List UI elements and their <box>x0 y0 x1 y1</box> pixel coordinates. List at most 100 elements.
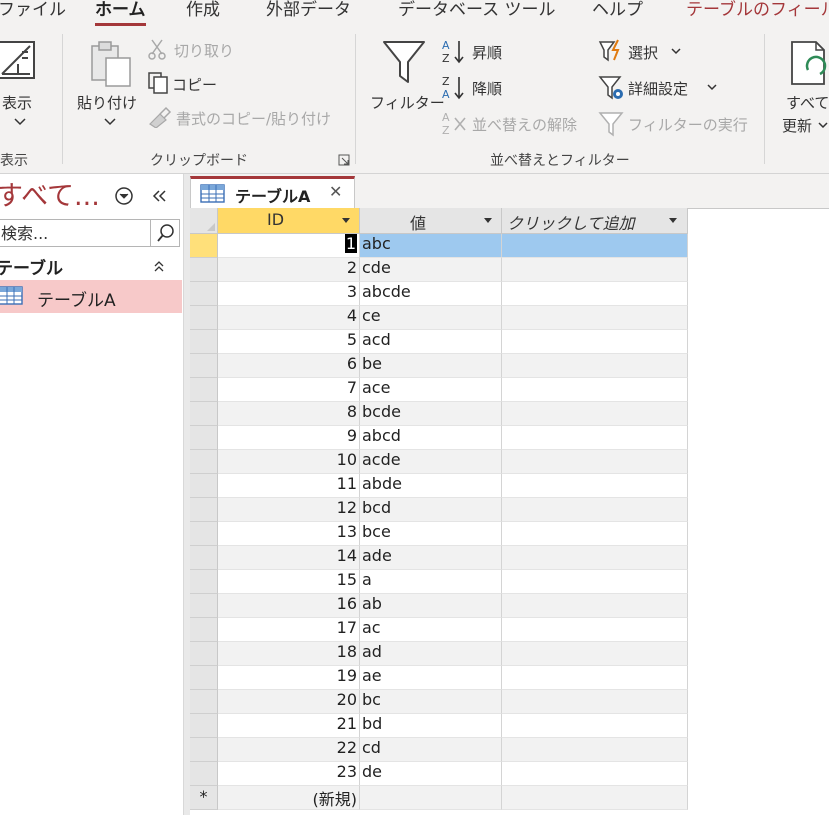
cell-click-to-add[interactable] <box>502 690 688 714</box>
cell-value[interactable]: be <box>360 354 502 378</box>
record-selector[interactable] <box>190 402 218 426</box>
cell-id[interactable]: 21 <box>218 714 360 738</box>
cell-id[interactable]: 15 <box>218 570 360 594</box>
column-dropdown-icon[interactable] <box>484 218 492 223</box>
cell-click-to-add[interactable] <box>502 738 688 762</box>
cell-click-to-add[interactable] <box>502 594 688 618</box>
copy-button[interactable]: コピー <box>172 74 217 95</box>
cell-click-to-add[interactable] <box>502 762 688 786</box>
nav-item-table-a[interactable]: テーブルA <box>0 280 182 313</box>
cell-click-to-add[interactable] <box>502 258 688 282</box>
cell-value[interactable]: abc <box>360 234 502 258</box>
toggle-filter-button[interactable]: フィルターの実行 <box>628 114 748 135</box>
cell-id[interactable]: 16 <box>218 594 360 618</box>
cell-value[interactable]: abcde <box>360 282 502 306</box>
tab-home[interactable]: ホーム <box>95 0 146 26</box>
record-selector[interactable] <box>190 690 218 714</box>
cell-value[interactable]: bce <box>360 522 502 546</box>
collapse-pane-icon[interactable] <box>151 188 167 204</box>
cell-click-to-add[interactable] <box>502 450 688 474</box>
cell-click-to-add[interactable] <box>502 498 688 522</box>
record-selector[interactable] <box>190 306 218 330</box>
record-selector[interactable] <box>190 570 218 594</box>
cell-id[interactable]: 6 <box>218 354 360 378</box>
cell-click-to-add[interactable] <box>502 618 688 642</box>
cell-new-id[interactable]: (新規) <box>218 786 360 810</box>
cell-value[interactable]: abde <box>360 474 502 498</box>
cell-id[interactable]: 11 <box>218 474 360 498</box>
new-record-selector[interactable]: * <box>190 786 218 810</box>
chevron-down-icon[interactable] <box>104 118 116 126</box>
tab-table-fields[interactable]: テーブルのフィールド <box>686 0 829 20</box>
record-selector[interactable] <box>190 354 218 378</box>
cell-click-to-add[interactable] <box>502 282 688 306</box>
sort-ascending-button[interactable]: 昇順 <box>472 42 502 63</box>
cut-button[interactable]: 切り取り <box>174 40 234 61</box>
tab-file[interactable]: ファイル <box>0 0 66 20</box>
cell-new-value[interactable] <box>360 786 502 810</box>
cell-id[interactable]: 9 <box>218 426 360 450</box>
nav-category-tables[interactable]: テーブル <box>0 254 63 279</box>
record-selector[interactable] <box>190 546 218 570</box>
cell-click-to-add[interactable] <box>502 522 688 546</box>
cell-value[interactable]: cd <box>360 738 502 762</box>
record-selector[interactable] <box>190 474 218 498</box>
column-dropdown-icon[interactable] <box>669 218 677 223</box>
record-selector[interactable] <box>190 714 218 738</box>
record-selector[interactable] <box>190 450 218 474</box>
cell-click-to-add[interactable] <box>502 546 688 570</box>
paste-button[interactable]: 貼り付け <box>77 92 137 113</box>
chevron-down-icon[interactable] <box>671 48 681 56</box>
chevron-down-icon[interactable] <box>707 84 717 92</box>
cell-value[interactable]: ab <box>360 594 502 618</box>
cell-value[interactable]: ce <box>360 306 502 330</box>
tab-external-data[interactable]: 外部データ <box>266 0 351 20</box>
tab-create[interactable]: 作成 <box>186 0 220 20</box>
view-button[interactable]: 表示 <box>2 92 32 113</box>
record-selector[interactable] <box>190 282 218 306</box>
cell-id[interactable]: 12 <box>218 498 360 522</box>
cell-value[interactable]: acde <box>360 450 502 474</box>
nav-pane-title[interactable]: すべて... <box>0 174 100 213</box>
cell-value[interactable]: ae <box>360 666 502 690</box>
cell-value[interactable]: ace <box>360 378 502 402</box>
cell-click-to-add[interactable] <box>502 570 688 594</box>
cell-id[interactable]: 8 <box>218 402 360 426</box>
record-selector[interactable] <box>190 498 218 522</box>
cell-value[interactable]: ade <box>360 546 502 570</box>
record-selector[interactable] <box>190 234 218 258</box>
record-selector[interactable] <box>190 762 218 786</box>
format-painter-button[interactable]: 書式のコピー/貼り付け <box>176 108 331 129</box>
record-selector[interactable] <box>190 642 218 666</box>
chevron-down-icon[interactable] <box>818 122 828 130</box>
cell-click-to-add[interactable] <box>502 354 688 378</box>
cell-id[interactable]: 23 <box>218 762 360 786</box>
cell-value[interactable]: bcde <box>360 402 502 426</box>
cell-click-to-add[interactable] <box>502 234 688 258</box>
cell-value[interactable]: acd <box>360 330 502 354</box>
clear-sort-button[interactable]: 並べ替えの解除 <box>472 114 577 135</box>
record-selector[interactable] <box>190 426 218 450</box>
record-selector[interactable] <box>190 522 218 546</box>
record-selector[interactable] <box>190 258 218 282</box>
tab-database-tools[interactable]: データベース ツール <box>398 0 556 20</box>
document-tab-table-a[interactable]: テーブルA ✕ <box>190 176 355 209</box>
cell-value[interactable]: bd <box>360 714 502 738</box>
cell-click-to-add[interactable] <box>502 402 688 426</box>
cell-click-to-add[interactable] <box>502 666 688 690</box>
dropdown-circle-icon[interactable] <box>114 186 134 206</box>
record-selector[interactable] <box>190 666 218 690</box>
cell-value[interactable]: bc <box>360 690 502 714</box>
filter-button[interactable]: フィルター <box>370 92 445 113</box>
close-icon[interactable]: ✕ <box>329 182 342 201</box>
cell-id[interactable]: 22 <box>218 738 360 762</box>
cell-id[interactable]: 5 <box>218 330 360 354</box>
cell-click-to-add[interactable] <box>502 642 688 666</box>
record-selector[interactable] <box>190 330 218 354</box>
cell-value[interactable]: de <box>360 762 502 786</box>
cell-value[interactable]: a <box>360 570 502 594</box>
cell-value[interactable]: abcd <box>360 426 502 450</box>
cell-click-to-add[interactable] <box>502 378 688 402</box>
chevron-down-icon[interactable] <box>14 118 26 126</box>
cell-value[interactable]: bcd <box>360 498 502 522</box>
